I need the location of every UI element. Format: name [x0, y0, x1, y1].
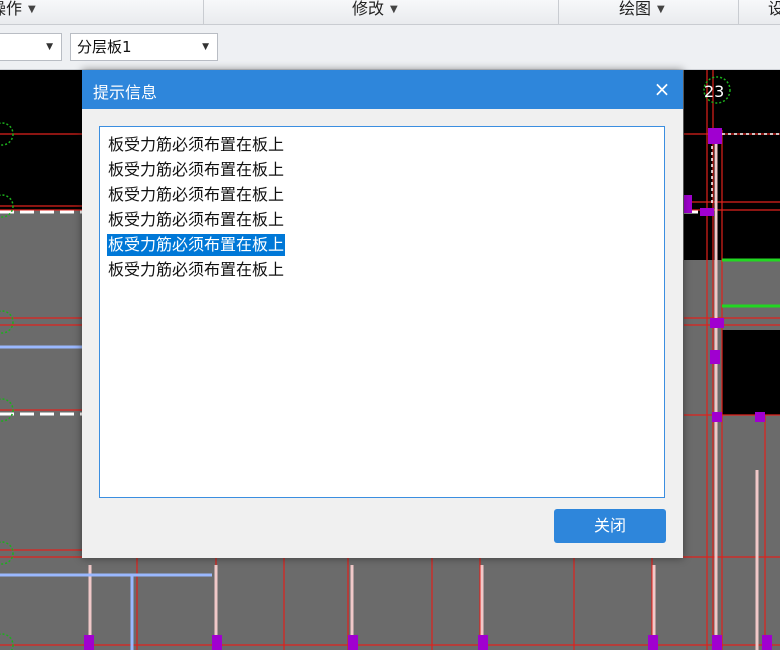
floor-selector[interactable]: ▼: [0, 33, 62, 61]
chevron-down-icon: ▼: [28, 4, 36, 15]
message-item[interactable]: 板受力筋必须布置在板上: [107, 259, 285, 281]
message-item[interactable]: 板受力筋必须布置在板上: [107, 134, 285, 156]
info-dialog: 提示信息 × 板受力筋必须布置在板上 板受力筋必须布置在板上 板受力筋必须布置在…: [82, 70, 683, 558]
menu-settings-label: 设: [768, 0, 780, 18]
menu-operate-label: 操作: [0, 0, 23, 18]
dialog-titlebar[interactable]: 提示信息 ×: [82, 70, 683, 109]
close-icon[interactable]: ×: [651, 76, 673, 102]
menu-settings[interactable]: 设: [768, 0, 780, 24]
message-item[interactable]: 板受力筋必须布置在板上: [107, 209, 285, 231]
toolbar-divider: [738, 0, 739, 24]
message-list[interactable]: 板受力筋必须布置在板上 板受力筋必须布置在板上 板受力筋必须布置在板上 板受力筋…: [99, 126, 665, 498]
toolbar-divider: [203, 0, 204, 24]
message-item[interactable]: 板受力筋必须布置在板上: [107, 184, 285, 206]
menu-draw[interactable]: 绘图 ▼: [619, 0, 665, 24]
menu-draw-label: 绘图: [619, 0, 652, 18]
selector-bar: ▼ 分层板1 ▼: [0, 25, 780, 70]
dropdown-arrow-icon: ▼: [202, 42, 209, 52]
menu-modify[interactable]: 修改 ▼: [352, 0, 398, 24]
dialog-title: 提示信息: [93, 83, 158, 102]
chevron-down-icon: ▼: [657, 4, 665, 15]
message-item-selected[interactable]: 板受力筋必须布置在板上: [107, 234, 286, 256]
dropdown-arrow-icon: ▼: [46, 42, 53, 52]
main-toolbar: 操作 ▼ 修改 ▼ 绘图 ▼ 设: [0, 0, 780, 25]
menu-operate[interactable]: 操作 ▼: [0, 0, 36, 24]
layer-selector-value: 分层板1: [77, 38, 132, 56]
layer-selector[interactable]: 分层板1 ▼: [70, 33, 218, 61]
axis-label: 23: [704, 82, 724, 101]
menu-modify-label: 修改: [352, 0, 385, 18]
message-item[interactable]: 板受力筋必须布置在板上: [107, 159, 285, 181]
chevron-down-icon: ▼: [390, 4, 398, 15]
close-button[interactable]: 关闭: [554, 509, 666, 543]
toolbar-divider: [558, 0, 559, 24]
